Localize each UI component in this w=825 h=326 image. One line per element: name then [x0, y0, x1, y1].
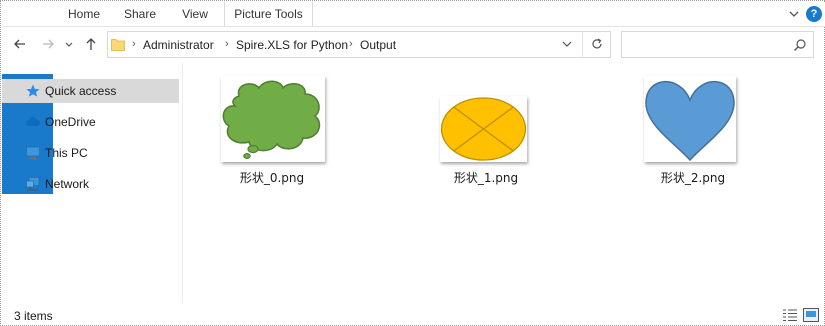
star-icon — [26, 84, 40, 97]
details-view-icon[interactable] — [782, 308, 798, 322]
tab-view[interactable]: View — [168, 2, 222, 27]
sidebar-item-network[interactable]: Network — [2, 172, 179, 196]
explorer-window: File Home Share View Picture Tools ? › A… — [0, 0, 825, 326]
file-name: 形状_0.png — [239, 171, 305, 185]
tab-picture-tools[interactable]: Picture Tools — [224, 2, 313, 27]
breadcrumb-spire-xls[interactable]: Spire.XLS for Python — [236, 38, 348, 52]
search-icon — [794, 39, 806, 51]
file-name: 形状_2.png — [660, 171, 726, 185]
ribbon: File Home Share View Picture Tools ? — [2, 2, 825, 194]
tab-share[interactable]: Share — [112, 2, 168, 27]
sidebar-item-label: This PC — [45, 146, 88, 160]
computer-icon — [26, 146, 40, 160]
file-thumbnail — [644, 76, 736, 162]
folder-icon — [111, 39, 125, 51]
expand-ribbon-icon[interactable] — [787, 7, 801, 21]
file-thumbnail — [440, 96, 527, 162]
file-name: 形状_1.png — [453, 171, 519, 185]
breadcrumb-chevron-icon[interactable]: › — [225, 38, 229, 50]
refresh-icon — [592, 38, 602, 49]
network-icon — [26, 177, 40, 191]
up-arrow-icon[interactable] — [83, 36, 99, 52]
pane-divider — [182, 63, 183, 303]
status-bar: 3 items — [2, 303, 825, 326]
breadcrumb-chevron-icon[interactable]: › — [349, 38, 353, 50]
search-box[interactable] — [621, 31, 814, 58]
recent-locations-icon[interactable] — [64, 36, 74, 52]
heart-shape-icon — [645, 81, 735, 162]
file-item[interactable]: 形状_1.png — [426, 73, 546, 193]
breadcrumb-output[interactable]: Output — [360, 38, 396, 52]
back-arrow-icon[interactable] — [12, 36, 28, 52]
breadcrumb-administrator[interactable]: Administrator — [143, 38, 214, 52]
large-icons-view-icon[interactable] — [803, 308, 819, 322]
sidebar-item-this-pc[interactable]: This PC — [2, 141, 179, 165]
file-item[interactable]: 形状_0.png — [212, 73, 332, 193]
help-icon[interactable]: ? — [806, 6, 822, 22]
refresh-button[interactable] — [582, 32, 610, 57]
sidebar-item-label: Quick access — [45, 84, 117, 98]
forward-arrow-icon[interactable] — [40, 36, 56, 52]
address-dropdown-icon[interactable] — [560, 37, 574, 51]
tab-home[interactable]: Home — [56, 2, 112, 27]
sidebar-item-label: Network — [45, 177, 90, 191]
file-thumbnail — [221, 76, 325, 162]
address-bar[interactable]: › Administrator › Spire.XLS for Python ›… — [107, 31, 611, 58]
search-input[interactable] — [626, 35, 786, 54]
item-count: 3 items — [14, 309, 53, 323]
navigation-bar: › Administrator › Spire.XLS for Python ›… — [2, 28, 825, 62]
cloud-shape-icon — [222, 80, 321, 159]
file-item[interactable]: 形状_2.png — [633, 73, 753, 193]
cloud-icon — [26, 117, 41, 126]
ellipse-shape-icon — [440, 97, 527, 161]
navigation-pane: Quick access OneDrive This PC Network — [2, 63, 182, 303]
sidebar-item-label: OneDrive — [45, 115, 96, 129]
sidebar-item-onedrive[interactable]: OneDrive — [2, 110, 179, 134]
breadcrumb-chevron-icon[interactable]: › — [132, 38, 136, 50]
sidebar-item-quick-access[interactable]: Quick access — [2, 79, 179, 103]
